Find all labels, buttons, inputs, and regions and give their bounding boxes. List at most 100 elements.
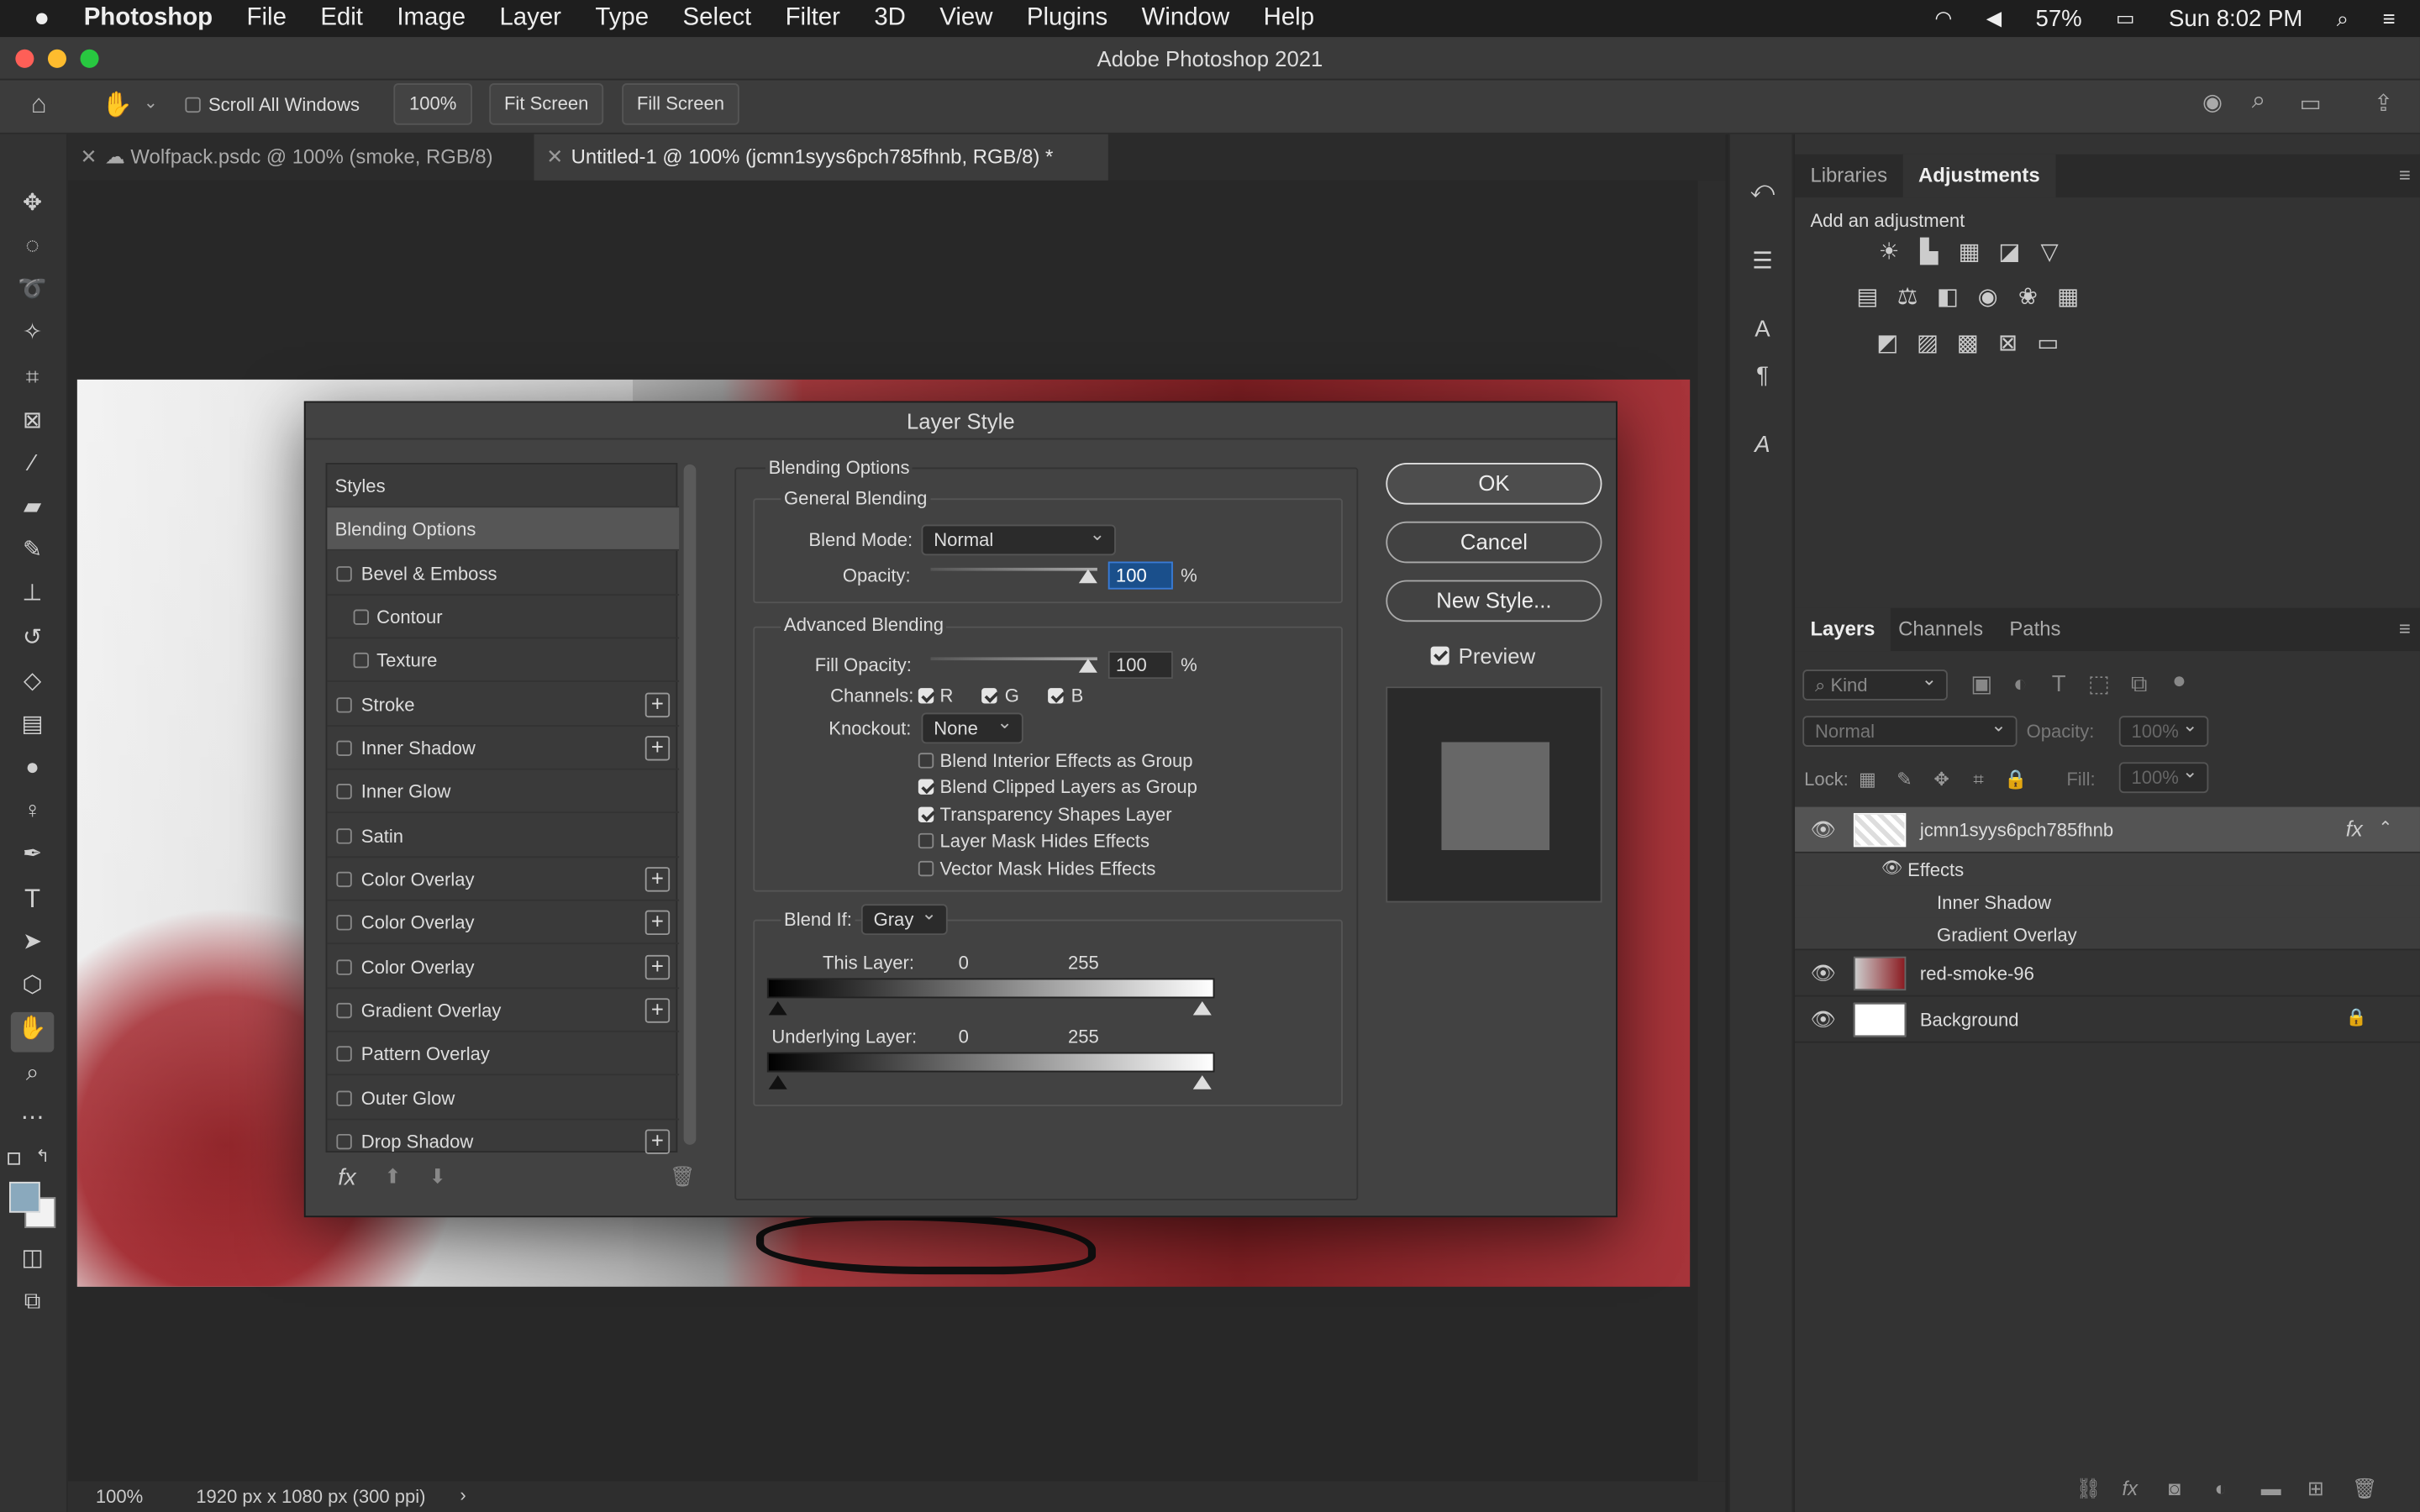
blend-mode-select[interactable]: Normal: [921, 520, 1116, 556]
effect-gradient-overlay[interactable]: Gradient Overlay: [1795, 917, 2420, 951]
menu-edit[interactable]: Edit: [303, 5, 380, 33]
levels-icon[interactable]: ▙: [1915, 239, 1943, 267]
effect-inner-shadow[interactable]: Inner Shadow: [1795, 885, 2420, 918]
selective-color-icon[interactable]: ⊠: [1994, 330, 2022, 358]
color-overlay-checkbox[interactable]: [336, 871, 352, 888]
status-doc-size[interactable]: 1920 px x 1080 px (300 ppi): [196, 1486, 425, 1508]
inner-shadow-checkbox[interactable]: [336, 740, 352, 756]
opacity-slider-thumb[interactable]: [1078, 569, 1097, 584]
bevel-emboss-checkbox[interactable]: [336, 566, 352, 582]
style-outer-glow[interactable]: Outer Glow: [327, 1077, 680, 1121]
underlying-black-slider[interactable]: [768, 1075, 787, 1089]
panel-menu-icon[interactable]: ≡: [2399, 617, 2411, 641]
chevron-down-icon[interactable]: ⌄: [144, 92, 158, 113]
menu-image[interactable]: Image: [380, 5, 482, 33]
pattern-overlay-checkbox[interactable]: [336, 1046, 352, 1062]
transparency-shapes-checkbox[interactable]: [918, 806, 934, 822]
control-center-icon[interactable]: ≡: [2365, 6, 2420, 30]
close-icon[interactable]: ✕: [81, 134, 97, 181]
style-inner-shadow[interactable]: Inner Shadow +: [327, 727, 680, 770]
new-adjustment-icon[interactable]: ◐: [2215, 1477, 2227, 1500]
layer-blend-mode[interactable]: Normal: [1802, 711, 2018, 747]
status-zoom[interactable]: 100%: [96, 1486, 143, 1508]
posterize-icon[interactable]: ▨: [1914, 330, 1942, 358]
knockout-select[interactable]: None: [921, 708, 1023, 744]
tab-wolfpack[interactable]: ✕ ☁ Wolfpack.psdc @ 100% (smoke, RGB/8): [68, 134, 534, 181]
vertical-scrollbar[interactable]: [1697, 180, 1726, 1482]
new-layer-icon[interactable]: ⊞: [2307, 1477, 2324, 1501]
fill-opacity-input[interactable]: 100: [1107, 651, 1173, 680]
delete-layer-icon[interactable]: 🗑: [2352, 1477, 2377, 1501]
style-stroke[interactable]: Stroke +: [327, 684, 680, 727]
screen-mode-icon[interactable]: ⧉: [15, 1285, 49, 1319]
paragraph-panel-icon[interactable]: ¶: [1745, 360, 1779, 393]
move-down-icon[interactable]: ⬇: [429, 1165, 446, 1189]
blend-if-select[interactable]: Gray: [860, 900, 948, 936]
eyedropper-tool-icon[interactable]: ⁄: [15, 448, 49, 481]
menu-view[interactable]: View: [923, 5, 1010, 33]
move-up-icon[interactable]: ⬆: [384, 1165, 401, 1189]
link-layers-icon[interactable]: ⛓: [2075, 1477, 2101, 1501]
texture-checkbox[interactable]: [353, 652, 369, 669]
crop-tool-icon[interactable]: ⌗: [15, 361, 49, 395]
layer-mask-hides-checkbox[interactable]: [918, 832, 934, 849]
menu-plugins[interactable]: Plugins: [1010, 5, 1125, 33]
quick-mask-icon[interactable]: ◫: [15, 1242, 49, 1276]
lasso-tool-icon[interactable]: ➰: [15, 273, 49, 307]
channel-mixer-icon[interactable]: ❀: [2014, 284, 2042, 312]
menu-file[interactable]: File: [229, 5, 303, 33]
shape-tool-icon[interactable]: ⬡: [15, 969, 49, 1002]
fx-icon[interactable]: fx: [2346, 816, 2363, 841]
battery-percent[interactable]: 57%: [2018, 5, 2099, 31]
photo-filter-icon[interactable]: ◉: [1974, 284, 2002, 312]
layer-name[interactable]: Background: [1920, 1009, 2019, 1031]
add-color-overlay-icon[interactable]: +: [644, 954, 671, 980]
search-icon[interactable]: ⌕: [2252, 88, 2265, 116]
color-lookup-icon[interactable]: ▦: [2054, 284, 2082, 312]
fit-screen-button[interactable]: Fit Screen: [489, 83, 604, 125]
eye-icon[interactable]: 👁: [1810, 817, 1835, 842]
add-gradient-overlay-icon[interactable]: +: [644, 998, 671, 1023]
fx-menu-icon[interactable]: fx: [338, 1165, 355, 1191]
eye-icon[interactable]: 👁: [1810, 961, 1835, 985]
styles-header[interactable]: Styles: [327, 465, 680, 508]
menu-layer[interactable]: Layer: [482, 5, 578, 33]
tab-paths[interactable]: Paths: [1994, 608, 2076, 651]
filter-smart-object-icon[interactable]: ⧉: [2125, 671, 2153, 699]
add-inner-shadow-icon[interactable]: +: [644, 736, 671, 761]
workspace-icon[interactable]: ▭: [2300, 90, 2322, 117]
fill-screen-button[interactable]: Fill Screen: [622, 83, 739, 125]
home-icon[interactable]: ⌂: [31, 90, 62, 121]
contour-checkbox[interactable]: [353, 609, 369, 625]
black-white-icon[interactable]: ◧: [1933, 284, 1961, 312]
style-texture[interactable]: Texture: [327, 638, 680, 682]
preview-checkbox[interactable]: [1430, 646, 1449, 665]
style-color-overlay-1[interactable]: Color Overlay +: [327, 858, 680, 901]
new-style-button[interactable]: New Style...: [1386, 580, 1602, 622]
inner-glow-checkbox[interactable]: [336, 784, 352, 800]
swap-colors-icon[interactable]: ↰: [35, 1147, 50, 1167]
satin-checkbox[interactable]: [336, 828, 352, 844]
apple-icon[interactable]: ●: [0, 3, 66, 34]
layer-opacity-field[interactable]: 100%: [2118, 711, 2209, 747]
menu-3d[interactable]: 3D: [857, 5, 923, 33]
menu-filter[interactable]: Filter: [768, 5, 857, 33]
gradient-tool-icon[interactable]: ▤: [15, 708, 49, 742]
vector-mask-hides-checkbox[interactable]: [918, 860, 934, 877]
discover-icon[interactable]: ◉: [2202, 88, 2223, 116]
curves-icon[interactable]: ▦: [1955, 239, 1983, 267]
new-group-icon[interactable]: ▬: [2261, 1477, 2281, 1500]
history-panel-icon[interactable]: ⤺: [1745, 175, 1779, 208]
blur-tool-icon[interactable]: ●: [15, 751, 49, 785]
add-color-overlay-icon[interactable]: +: [644, 867, 671, 892]
type-tool-icon[interactable]: T: [15, 883, 49, 916]
share-icon[interactable]: ⇪: [2374, 90, 2393, 117]
styles-scrollbar[interactable]: [683, 464, 697, 1145]
style-color-overlay-2[interactable]: Color Overlay +: [327, 901, 680, 945]
effects-row[interactable]: 👁 Effects: [1795, 853, 2420, 886]
close-icon[interactable]: ✕: [546, 134, 563, 181]
tab-libraries[interactable]: Libraries: [1795, 155, 1902, 197]
history-brush-icon[interactable]: ↺: [15, 622, 49, 655]
default-colors-icon[interactable]: [8, 1152, 20, 1165]
brightness-contrast-icon[interactable]: ☀: [1876, 239, 1903, 267]
